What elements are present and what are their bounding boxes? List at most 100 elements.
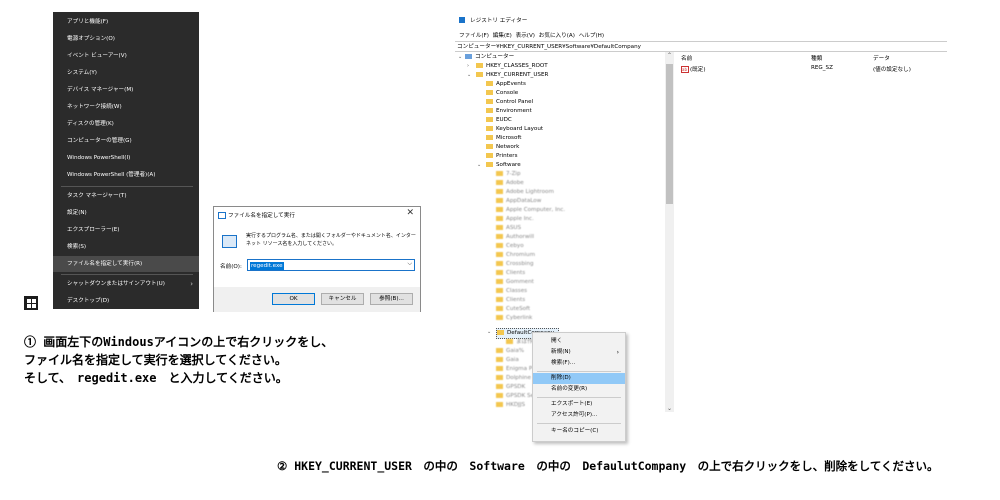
tree-node-label: HKEY_CLASSES_ROOT [486,63,548,69]
menu-item-shutdown[interactable]: シャットダウンまたはサインアウト(U) › [53,276,199,292]
menu-item-desktop[interactable]: デスクトップ(D) [53,293,199,309]
tree-node[interactable]: Crossbing [496,260,534,269]
tree-node[interactable]: Classes [496,287,527,296]
tree-node-label: Adobe [506,180,524,186]
tree-node[interactable]: HKDJJS [496,401,525,410]
menu-item-explorer[interactable]: エクスプローラー(E) [53,222,199,238]
menu-item-disk-management[interactable]: ディスクの管理(K) [53,116,199,132]
tree-node[interactable]: Network [486,143,519,152]
scrollbar-thumb[interactable] [666,64,673,204]
tree-node[interactable]: GPSDK Set [496,392,536,401]
tree-node-label: Control Panel [496,99,534,105]
ctx-item-rename[interactable]: 名前の変更(R) [533,384,625,395]
ctx-item-export[interactable]: エクスポート(E) [533,399,625,410]
tree-node[interactable]: Adobe Lightroom [496,188,554,197]
tree-node[interactable]: Cebyo [496,242,524,251]
tree-node[interactable]: Apple Computer, Inc. [496,206,565,215]
tree-node-hkcu[interactable]: HKEY_CURRENT_USER [476,71,548,80]
tree-node[interactable]: Control Panel [486,98,533,107]
tree-node[interactable]: Chromium [496,251,535,260]
folder-icon [486,162,493,167]
browse-button[interactable]: 参照(B)... [370,293,413,305]
menu-item-power-options[interactable]: 電源オプション(O) [53,31,199,47]
expand-icon[interactable]: ⌄ [477,162,481,168]
expand-icon[interactable]: ⌄ [487,329,491,335]
menu-separator [537,397,621,398]
tree-node[interactable]: AppDataLow [496,197,541,206]
menu-item-run[interactable]: ファイル名を指定して実行(R) [53,256,199,272]
expand-icon[interactable]: ⌄ [458,54,462,60]
chevron-right-icon[interactable]: › [467,63,469,69]
column-header-name[interactable]: 名前 [681,54,692,62]
tree-node-label: Enigma P [506,366,533,372]
ok-button[interactable]: OK [272,293,315,305]
folder-icon [496,315,503,320]
menu-bar[interactable]: ファイル(F) 編集(E) 表示(V) お気に入り(A) ヘルプ(H) [459,31,604,39]
tree-node[interactable]: Microsoft [486,134,521,143]
ctx-item-new[interactable]: 新規(N) › [533,347,625,358]
tree-node[interactable]: Environment [486,107,532,116]
menu-item-settings[interactable]: 設定(N) [53,205,199,221]
value-name[interactable]: ab (既定) [681,65,706,73]
run-dialog: ファイル名を指定して実行 ✕ 実行するプログラム名、または開くフォルダーやドキュ… [213,206,421,312]
key-context-menu: 開く 新規(N) › 検索(F)... 削除(D) 名前の変更(R) エクスポート… [532,332,626,442]
tree-scrollbar[interactable]: ⌃ ⌄ [665,52,674,412]
menu-item-apps-features[interactable]: アプリと機能(F) [53,14,199,30]
expand-icon[interactable]: ⌄ [467,72,471,78]
tree-node[interactable]: Enigma P [496,365,532,374]
tree-node[interactable]: ASUS [496,224,521,233]
tree-node[interactable]: Keyboard Layout [486,125,543,134]
column-header-type[interactable]: 種類 [811,54,822,62]
tree-node-computer[interactable]: コンピューター [465,53,514,62]
tree-node-label: Gomment [506,279,534,285]
tree-node[interactable]: Adobe [496,179,524,188]
ctx-item-open[interactable]: 開く [533,336,625,347]
address-bar[interactable]: コンピューター¥HKEY_CURRENT_USER¥Software¥Defau… [455,41,947,52]
menu-item-search[interactable]: 検索(S) [53,239,199,255]
name-input[interactable]: regedit.exe ⌵ [247,259,415,271]
tree-node-hkcr[interactable]: HKEY_CLASSES_ROOT [476,62,548,71]
tree-node[interactable]: Dolphine [496,374,531,383]
menu-item-powershell-admin[interactable]: Windows PowerShell (管理者)(A) [53,167,199,183]
tree-node-label: HKEY_CURRENT_USER [486,72,549,78]
string-value-icon: ab [681,66,689,73]
tree-node[interactable]: Gomment [496,278,534,287]
tree-node[interactable]: Gaia [496,356,519,365]
tree-node[interactable]: GPSDK [496,383,525,392]
tree-node[interactable]: AppEvents [486,80,526,89]
tree-node[interactable]: EUDC [486,116,512,125]
menu-item-network-connections[interactable]: ネットワーク接続(W) [53,99,199,115]
menu-item-task-manager[interactable]: タスク マネージャー(T) [53,188,199,204]
tree-node[interactable]: 7-Zip [496,170,521,179]
tree-node[interactable]: Cyberlink [496,314,532,323]
chevron-down-icon[interactable]: ⌵ [407,260,412,268]
tree-node-software[interactable]: Software [486,161,521,170]
cancel-button[interactable]: キャンセル [321,293,364,305]
tree-node-label: Apple Computer, Inc. [506,207,566,213]
tree-node[interactable]: Apple Inc. [496,215,534,224]
tree-node-label: ASUS [506,225,522,231]
tree-node[interactable]: Printers [486,152,518,161]
menu-item-system[interactable]: システム(Y) [53,65,199,81]
tree-node[interactable]: まぼ作 [506,338,533,347]
menu-item-powershell[interactable]: Windows PowerShell(I) [53,150,199,166]
tree-node[interactable]: Gaia% [496,347,524,356]
windows-start-icon[interactable] [24,296,38,310]
tree-node[interactable]: Console [486,89,518,98]
tree-node[interactable]: Authorwill [496,233,534,242]
column-header-data[interactable]: データ [873,54,890,62]
menu-item-computer-management[interactable]: コンピューターの管理(G) [53,133,199,149]
tree-node[interactable]: Clients [496,269,525,278]
ctx-item-delete[interactable]: 削除(D) [533,373,625,384]
ctx-item-permissions[interactable]: アクセス許可(P)... [533,410,625,421]
ctx-item-find[interactable]: 検索(F)... [533,358,625,369]
ctx-item-copy-key-name[interactable]: キー名のコピー(C) [533,426,625,437]
scroll-up-icon[interactable]: ⌃ [665,52,674,59]
tree-node-label: Adobe Lightroom [506,189,554,195]
scroll-down-icon[interactable]: ⌄ [665,405,674,412]
menu-item-device-manager[interactable]: デバイス マネージャー(M) [53,82,199,98]
menu-item-event-viewer[interactable]: イベント ビューアー(V) [53,48,199,64]
close-icon[interactable]: ✕ [406,208,414,218]
tree-node[interactable]: CuteSoft [496,305,530,314]
tree-node[interactable]: Clients [496,296,525,305]
